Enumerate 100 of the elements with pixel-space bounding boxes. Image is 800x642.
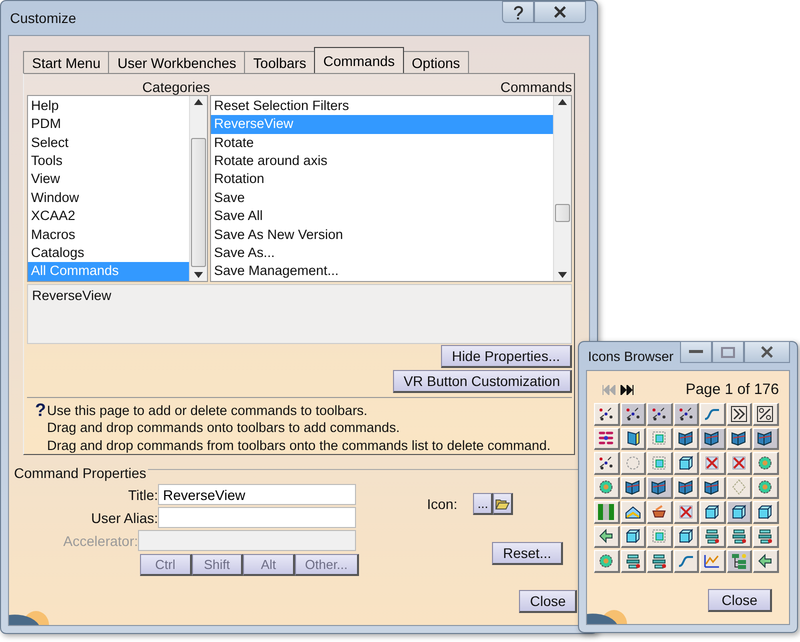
- icon-button[interactable]: [647, 476, 672, 499]
- box-icon: [650, 429, 668, 448]
- arrow-icon: [756, 552, 774, 570]
- input-field[interactable]: [158, 507, 356, 528]
- icon-button[interactable]: [647, 403, 672, 426]
- category-item[interactable]: Tools: [28, 152, 189, 170]
- icon-button[interactable]: [753, 403, 778, 426]
- pillars-icon: [597, 502, 616, 521]
- stack-icon: [703, 527, 722, 546]
- command-item[interactable]: Save As New Version: [211, 226, 553, 244]
- stack-icon: [756, 527, 774, 546]
- tab[interactable]: Start Menu: [23, 51, 110, 73]
- scroll-thumb[interactable]: [191, 138, 206, 267]
- icon-button[interactable]: [620, 428, 646, 450]
- icon-button[interactable]: [674, 452, 699, 474]
- category-item[interactable]: View: [28, 170, 189, 189]
- points-icon: [676, 404, 695, 423]
- icon-button[interactable]: [753, 428, 778, 450]
- close-button[interactable]: Close: [519, 590, 577, 613]
- field-label: User Alias:: [90, 510, 158, 526]
- icon-button[interactable]: [726, 403, 752, 426]
- command-item[interactable]: Save As...: [211, 244, 553, 262]
- icon-button[interactable]: [753, 526, 778, 548]
- input-field[interactable]: ReverseView: [158, 484, 356, 505]
- cube-icon: [624, 527, 642, 546]
- arrow-icon: [597, 527, 616, 546]
- cross-icon: [730, 454, 748, 472]
- icon-button[interactable]: [700, 550, 726, 572]
- command-item[interactable]: Save All: [211, 207, 553, 226]
- category-item[interactable]: XCAA2: [28, 207, 189, 226]
- icon-button[interactable]: [726, 428, 752, 450]
- category-item[interactable]: PDM: [28, 115, 189, 134]
- command-item[interactable]: Rotate around axis: [211, 152, 553, 170]
- panel-button[interactable]: VR Button Customization: [392, 370, 572, 392]
- points-icon: [597, 404, 616, 423]
- last-page-icon[interactable]: [620, 384, 634, 394]
- icon-button[interactable]: [726, 550, 752, 572]
- icon-button[interactable]: [753, 550, 778, 572]
- icon-button[interactable]: [674, 403, 699, 426]
- icon-button[interactable]: [726, 526, 752, 548]
- panel-button[interactable]: Hide Properties...: [440, 344, 572, 368]
- minimize-button[interactable]: [680, 341, 712, 363]
- icon-button[interactable]: [700, 428, 726, 450]
- category-item[interactable]: Macros: [28, 226, 189, 244]
- icon-button[interactable]: [726, 501, 752, 524]
- category-item[interactable]: Select: [28, 134, 189, 152]
- panel-icon: [676, 429, 695, 448]
- command-item[interactable]: Rotate: [211, 134, 553, 152]
- help-icon: [512, 4, 524, 20]
- icon-button[interactable]: [753, 501, 778, 524]
- icon-button[interactable]: [594, 550, 620, 572]
- browse-button[interactable]: ...: [473, 493, 494, 515]
- stack-icon: [730, 527, 748, 546]
- help-button[interactable]: [502, 1, 534, 23]
- open-folder-button[interactable]: [493, 493, 514, 515]
- icon-button[interactable]: [594, 526, 620, 548]
- icon-button[interactable]: [620, 550, 646, 572]
- panel-icon: [756, 429, 774, 448]
- command-item[interactable]: Save: [211, 188, 553, 208]
- close-button[interactable]: [744, 341, 790, 363]
- command-item[interactable]: Reset Selection Filters: [211, 96, 553, 116]
- icon-button[interactable]: [594, 428, 620, 450]
- icon-button[interactable]: [700, 476, 726, 499]
- icon-button[interactable]: [753, 452, 778, 474]
- icon-button[interactable]: [674, 526, 699, 548]
- icon-button[interactable]: [647, 550, 672, 572]
- close-icon: [760, 346, 774, 358]
- icon-button[interactable]: [620, 501, 646, 524]
- category-item[interactable]: Window: [28, 188, 189, 208]
- icon-button[interactable]: [647, 501, 672, 524]
- tab[interactable]: Options: [402, 51, 470, 73]
- icon-button[interactable]: [594, 452, 620, 474]
- folder-icon: [495, 498, 510, 510]
- corner-logo-drawing: [587, 608, 627, 624]
- icon-button[interactable]: [594, 476, 620, 499]
- icon-button[interactable]: [700, 526, 726, 548]
- icon-button[interactable]: [674, 428, 699, 450]
- icon-button[interactable]: [620, 403, 646, 426]
- tab[interactable]: Commands: [314, 47, 404, 73]
- reset-button[interactable]: Reset...: [492, 542, 564, 565]
- close-button[interactable]: [534, 1, 586, 23]
- window-title: Customize: [10, 10, 78, 26]
- icon-button[interactable]: [700, 501, 726, 524]
- scroll-thumb[interactable]: [555, 204, 570, 222]
- icon-button[interactable]: [620, 476, 646, 499]
- panel-icon: [703, 478, 722, 496]
- icon-button[interactable]: [620, 526, 646, 548]
- maximize-button[interactable]: [712, 341, 744, 363]
- cube-icon: [730, 502, 748, 521]
- close-button[interactable]: Close: [708, 589, 772, 612]
- icon-button[interactable]: [753, 476, 778, 499]
- command-item[interactable]: Rotation: [211, 170, 553, 189]
- command-item[interactable]: Save Management...: [211, 262, 553, 281]
- commands-header: Commands: [499, 78, 572, 95]
- category-item[interactable]: Help: [28, 96, 189, 116]
- gear-icon: [756, 478, 774, 496]
- icon-button[interactable]: [674, 476, 699, 499]
- percent-icon: [756, 404, 774, 423]
- category-item[interactable]: Catalogs: [28, 244, 189, 262]
- icon-button[interactable]: [594, 403, 620, 426]
